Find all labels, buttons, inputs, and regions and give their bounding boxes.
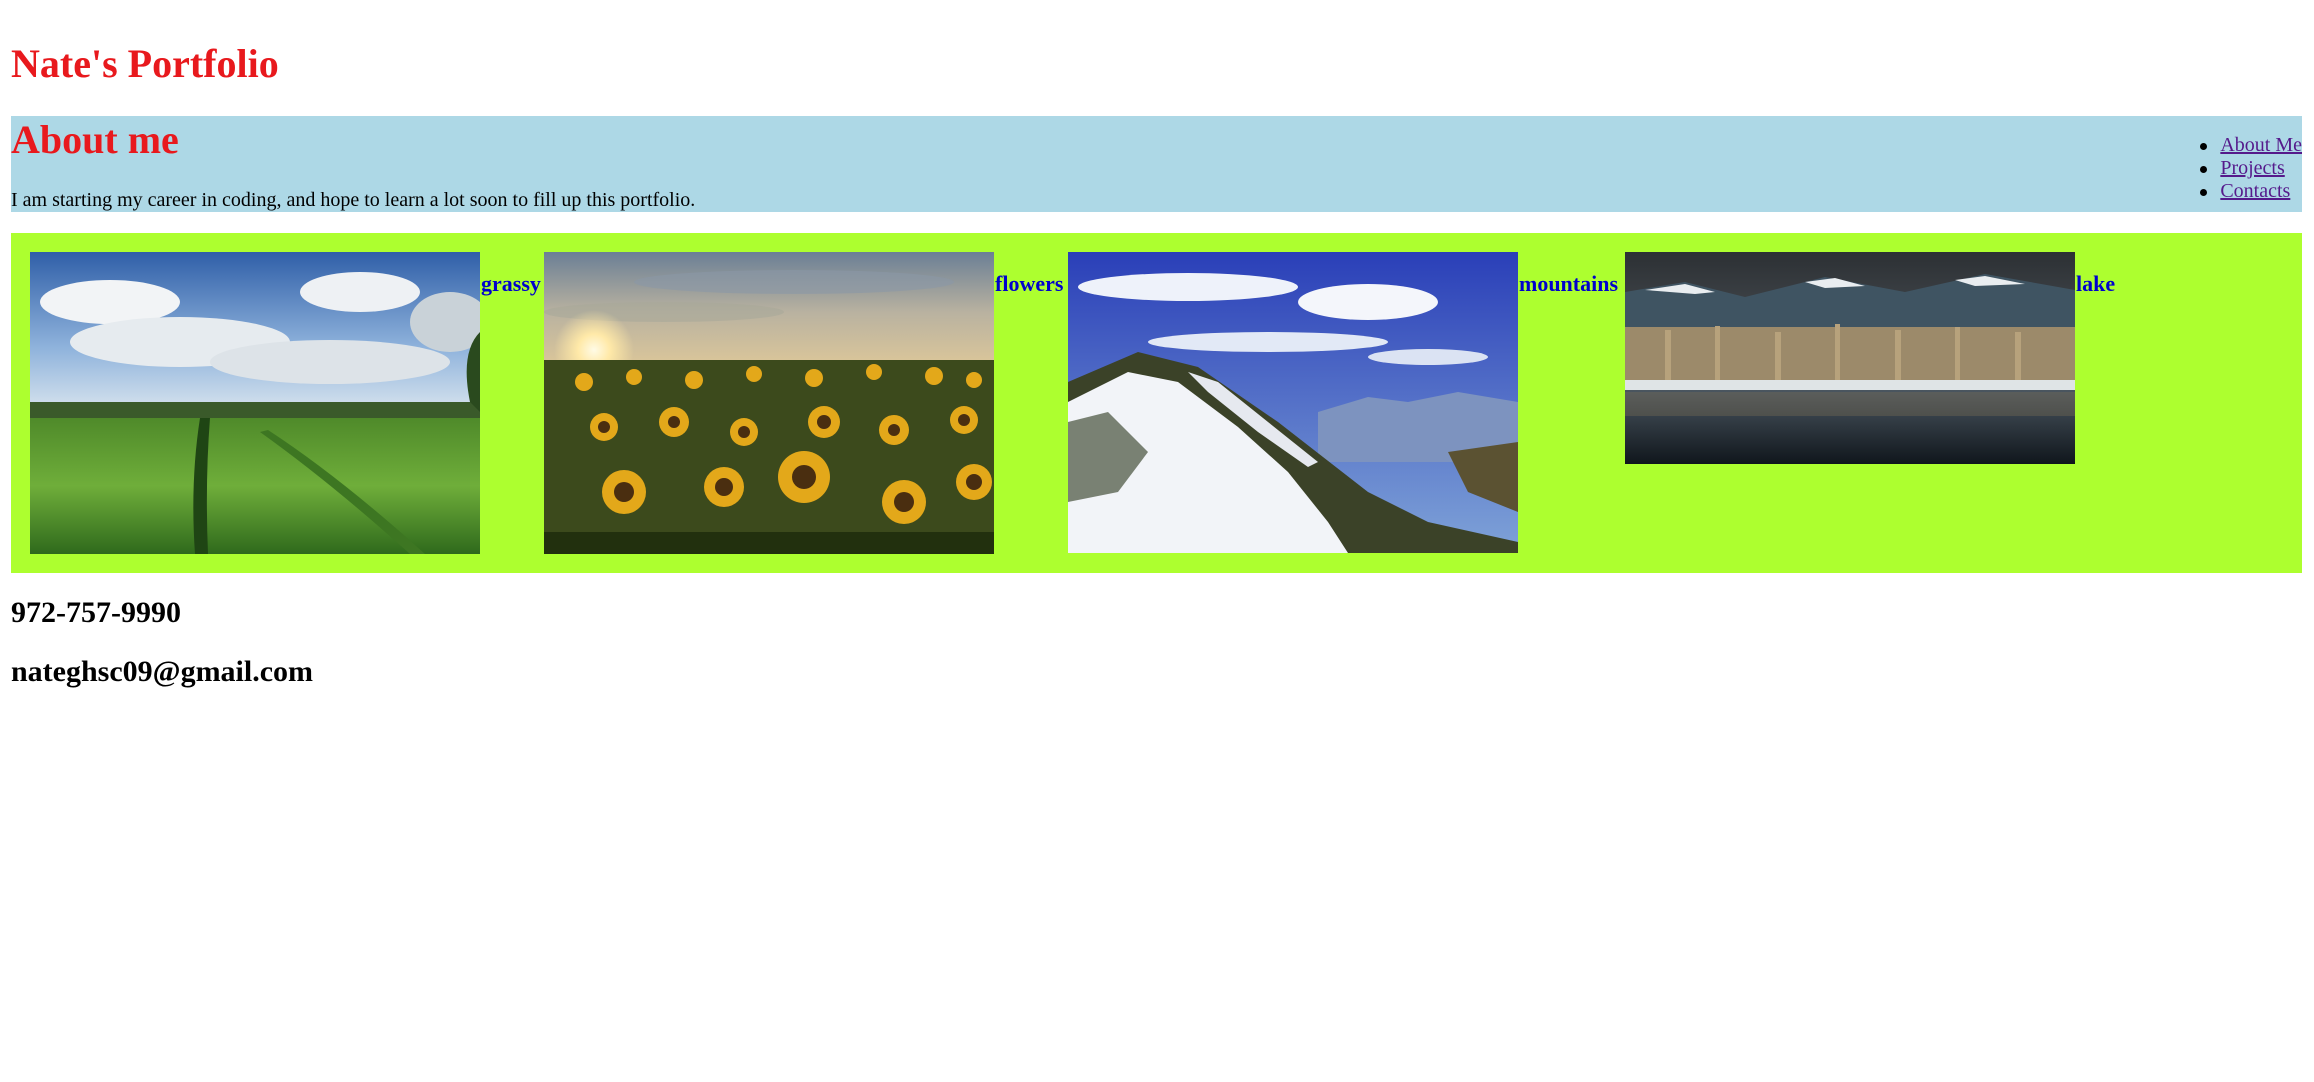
nav-link-contacts[interactable]: Contacts (2220, 180, 2290, 202)
mountain-lake-image (1625, 252, 2075, 464)
nav-list: About Me Projects Contacts (2186, 134, 2302, 203)
photo-caption-lake: lake (2076, 271, 2116, 296)
mountain-lake-picture (1625, 252, 2075, 464)
snowy-mountain-picture (1068, 252, 1518, 553)
contact-email: nateghsc09@gmail.com (11, 655, 314, 688)
photo-caption-mountains: mountains (1519, 271, 1619, 296)
sunflower-field-picture (544, 252, 994, 554)
grassy-field-image (30, 252, 480, 554)
contact-phone: 972-757-9990 (11, 596, 181, 629)
nav-link-about-me[interactable]: About Me (2220, 134, 2302, 156)
about-section: About me I am starting my career in codi… (11, 116, 2302, 212)
snowy-mountain-image (1068, 252, 1518, 553)
about-text: I am starting my career in coding, and h… (11, 189, 696, 211)
photo-caption-grassy: grassy (481, 271, 541, 296)
nav-item-about-me: About Me (2186, 134, 2302, 157)
sunflower-field-image (544, 252, 994, 554)
photo-gallery: grassy flowers mountains lake (11, 233, 2302, 573)
about-heading: About me (11, 117, 179, 162)
page: Nate's Portfolio About me I am starting … (0, 0, 2314, 1082)
site-title: Nate's Portfolio (11, 41, 279, 86)
nav-item-contacts: Contacts (2186, 180, 2302, 203)
nav-item-projects: Projects (2186, 157, 2302, 180)
photo-caption-flowers: flowers (995, 271, 1064, 296)
grassy-field-picture (30, 252, 480, 554)
nav-link-projects[interactable]: Projects (2220, 157, 2284, 179)
